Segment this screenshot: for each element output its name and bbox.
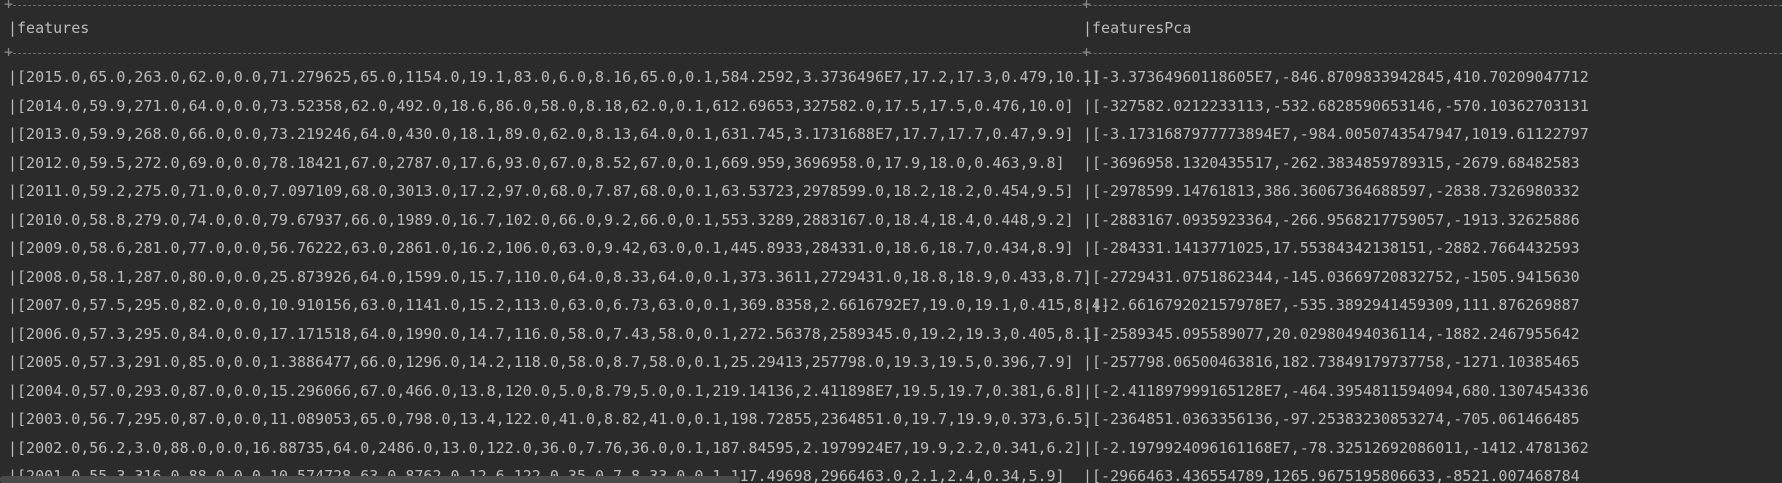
cell-features-value: [2014.0,59.9,271.0,64.0,0.0,73.52358,62.… bbox=[17, 96, 1074, 115]
table-row: |[2012.0,59.5,272.0,69.0,0.0,78.18421,67… bbox=[8, 149, 1782, 178]
table-corner: + bbox=[1082, 43, 1092, 61]
cell-features: |[2014.0,59.9,271.0,64.0,0.0,73.52358,62… bbox=[8, 96, 1074, 115]
cell-features-value: [2005.0,57.3,291.0,85.0,0.0,1.3886477,66… bbox=[17, 353, 1074, 371]
cell-featurespca-value: [-257798.06500463816,182.73849179737758,… bbox=[1092, 353, 1580, 371]
cell-featurespca: |[-257798.06500463816,182.73849179737758… bbox=[1083, 353, 1580, 371]
console-output: + + |features |featuresPca + + |[2015.0,… bbox=[0, 0, 1782, 483]
table-corner: + bbox=[4, 43, 14, 61]
cell-features: |[2008.0,58.1,287.0,80.0,0.0,25.873926,6… bbox=[8, 267, 1092, 286]
cell-featurespca: |[-3.1731687977773894E7,-984.00507435479… bbox=[1083, 125, 1589, 143]
cell-features: |[2007.0,57.5,295.0,82.0,0.0,10.910156,6… bbox=[8, 296, 1110, 314]
cell-featurespca-value: [-2589345.095589077,20.02980494036114,-1… bbox=[1092, 324, 1580, 343]
cell-features: |[2009.0,58.6,281.0,77.0,0.0,56.76222,63… bbox=[8, 239, 1074, 257]
table-row: |[2006.0,57.3,295.0,84.0,0.0,17.171518,6… bbox=[8, 320, 1782, 349]
table-row: |[2010.0,58.8,279.0,74.0,0.0,79.67937,66… bbox=[8, 206, 1782, 235]
cell-featurespca-value: [-3696958.1320435517,-262.3834859789315,… bbox=[1092, 153, 1580, 172]
cell-features-value: [2011.0,59.2,275.0,71.0,0.0,7.097109,68.… bbox=[17, 182, 1074, 200]
cell-features-value: [2013.0,59.9,268.0,66.0,0.0,73.219246,64… bbox=[17, 125, 1074, 143]
cell-featurespca-value: [-2364851.0363356136,-97.25383230853274,… bbox=[1092, 410, 1580, 428]
cell-features: |[2002.0,56.2,3.0,88.0,0.0,16.88735,64.0… bbox=[8, 438, 1083, 457]
table-header-row: |features |featuresPca bbox=[8, 16, 1782, 41]
table-row: |[2009.0,58.6,281.0,77.0,0.0,56.76222,63… bbox=[8, 234, 1782, 263]
cell-features-value: [2012.0,59.5,272.0,69.0,0.0,78.18421,67.… bbox=[17, 153, 1065, 172]
cell-featurespca-value: [-2.661679202157978E7,-535.3892941459309… bbox=[1092, 296, 1580, 314]
cell-featurespca: |[-2589345.095589077,20.02980494036114,-… bbox=[1083, 324, 1580, 343]
table-row: |[2013.0,59.9,268.0,66.0,0.0,73.219246,6… bbox=[8, 120, 1782, 149]
table-top-border bbox=[8, 5, 1782, 7]
cell-featurespca-value: [-2.411897999165128E7,-464.3954811594094… bbox=[1092, 381, 1589, 400]
header-features: |features bbox=[8, 19, 90, 37]
cell-features: |[2006.0,57.3,295.0,84.0,0.0,17.171518,6… bbox=[8, 324, 1101, 343]
cell-features: |[2011.0,59.2,275.0,71.0,0.0,7.097109,68… bbox=[8, 182, 1074, 200]
cell-features-value: [2010.0,58.8,279.0,74.0,0.0,79.67937,66.… bbox=[17, 210, 1074, 229]
cell-featurespca: |[-284331.1413771025,17.55384342138151,-… bbox=[1083, 239, 1580, 257]
cell-features-value: [2007.0,57.5,295.0,82.0,0.0,10.910156,63… bbox=[17, 296, 1110, 314]
table-row: |[2014.0,59.9,271.0,64.0,0.0,73.52358,62… bbox=[8, 92, 1782, 121]
table-row: |[2005.0,57.3,291.0,85.0,0.0,1.3886477,6… bbox=[8, 348, 1782, 377]
table-row: |[2002.0,56.2,3.0,88.0,0.0,16.88735,64.0… bbox=[8, 434, 1782, 463]
cell-featurespca-value: [-2978599.14761813,386.36067364688597,-2… bbox=[1092, 182, 1580, 200]
cell-features: |[2010.0,58.8,279.0,74.0,0.0,79.67937,66… bbox=[8, 210, 1074, 229]
table-corner: + bbox=[4, 0, 14, 13]
cell-featurespca: |[-2883167.0935923364,-266.9568217759057… bbox=[1083, 210, 1580, 229]
table-row: |[2008.0,58.1,287.0,80.0,0.0,25.873926,6… bbox=[8, 263, 1782, 292]
cell-featurespca-value: [-2883167.0935923364,-266.9568217759057,… bbox=[1092, 210, 1580, 229]
cell-featurespca-value: [-2966463.436554789,1265.9675195806633,-… bbox=[1092, 467, 1580, 483]
header-featurespca: |featuresPca bbox=[1083, 19, 1192, 37]
cell-features-value: [2003.0,56.7,295.0,87.0,0.0,11.089053,65… bbox=[17, 410, 1092, 428]
cell-featurespca: |[-3.37364960118605E7,-846.8709833942845… bbox=[1083, 68, 1589, 86]
table-body: |[2015.0,65.0,263.0,62.0,0.0,71.279625,6… bbox=[8, 63, 1782, 483]
cell-featurespca-value: [-327582.0212233113,-532.6828590653146,-… bbox=[1092, 96, 1589, 115]
horizontal-scrollbar[interactable] bbox=[0, 476, 740, 483]
cell-featurespca-value: [-3.1731687977773894E7,-984.005074354794… bbox=[1092, 125, 1589, 143]
cell-features: |[2012.0,59.5,272.0,69.0,0.0,78.18421,67… bbox=[8, 153, 1065, 172]
table-row: |[2015.0,65.0,263.0,62.0,0.0,71.279625,6… bbox=[8, 63, 1782, 92]
cell-features: |[2013.0,59.9,268.0,66.0,0.0,73.219246,6… bbox=[8, 125, 1074, 143]
cell-featurespca-value: [-3.37364960118605E7,-846.8709833942845,… bbox=[1092, 68, 1589, 86]
cell-features: |[2005.0,57.3,291.0,85.0,0.0,1.3886477,6… bbox=[8, 353, 1074, 371]
cell-features-value: [2004.0,57.0,293.0,87.0,0.0,15.296066,67… bbox=[17, 381, 1083, 400]
cell-featurespca-value: [-284331.1413771025,17.55384342138151,-2… bbox=[1092, 239, 1580, 257]
cell-features: |[2003.0,56.7,295.0,87.0,0.0,11.089053,6… bbox=[8, 410, 1092, 428]
cell-featurespca: |[-2364851.0363356136,-97.25383230853274… bbox=[1083, 410, 1580, 428]
table-row: |[2011.0,59.2,275.0,71.0,0.0,7.097109,68… bbox=[8, 177, 1782, 206]
table-row: |[2003.0,56.7,295.0,87.0,0.0,11.089053,6… bbox=[8, 405, 1782, 434]
cell-featurespca: |[-2.1979924096161168E7,-78.325126920860… bbox=[1083, 438, 1589, 457]
cell-featurespca: |[-3696958.1320435517,-262.3834859789315… bbox=[1083, 153, 1580, 172]
cell-featurespca-value: [-2729431.0751862344,-145.03669720832752… bbox=[1092, 267, 1580, 286]
cell-featurespca: |[-327582.0212233113,-532.6828590653146,… bbox=[1083, 96, 1589, 115]
cell-features-value: [2006.0,57.3,295.0,84.0,0.0,17.171518,64… bbox=[17, 324, 1101, 343]
cell-featurespca: |[-2.661679202157978E7,-535.389294145930… bbox=[1083, 296, 1580, 314]
cell-featurespca: |[-2.411897999165128E7,-464.395481159409… bbox=[1083, 381, 1589, 400]
table-row: |[2004.0,57.0,293.0,87.0,0.0,15.296066,6… bbox=[8, 377, 1782, 406]
table-row: |[2007.0,57.5,295.0,82.0,0.0,10.910156,6… bbox=[8, 291, 1782, 320]
cell-featurespca-value: [-2.1979924096161168E7,-78.3251269208601… bbox=[1092, 438, 1589, 457]
cell-features-value: [2009.0,58.6,281.0,77.0,0.0,56.76222,63.… bbox=[17, 239, 1074, 257]
cell-features-value: [2002.0,56.2,3.0,88.0,0.0,16.88735,64.0,… bbox=[17, 438, 1083, 457]
cell-features: |[2015.0,65.0,263.0,62.0,0.0,71.279625,6… bbox=[8, 68, 1101, 86]
table-corner: + bbox=[1082, 0, 1092, 13]
cell-features-value: [2008.0,58.1,287.0,80.0,0.0,25.873926,64… bbox=[17, 267, 1092, 286]
cell-features: |[2004.0,57.0,293.0,87.0,0.0,15.296066,6… bbox=[8, 381, 1083, 400]
table-header-border bbox=[8, 53, 1782, 55]
cell-featurespca: |[-2966463.436554789,1265.9675195806633,… bbox=[1083, 467, 1580, 483]
cell-featurespca: |[-2729431.0751862344,-145.0366972083275… bbox=[1083, 267, 1580, 286]
cell-featurespca: |[-2978599.14761813,386.36067364688597,-… bbox=[1083, 182, 1580, 200]
cell-features-value: [2015.0,65.0,263.0,62.0,0.0,71.279625,65… bbox=[17, 68, 1101, 86]
